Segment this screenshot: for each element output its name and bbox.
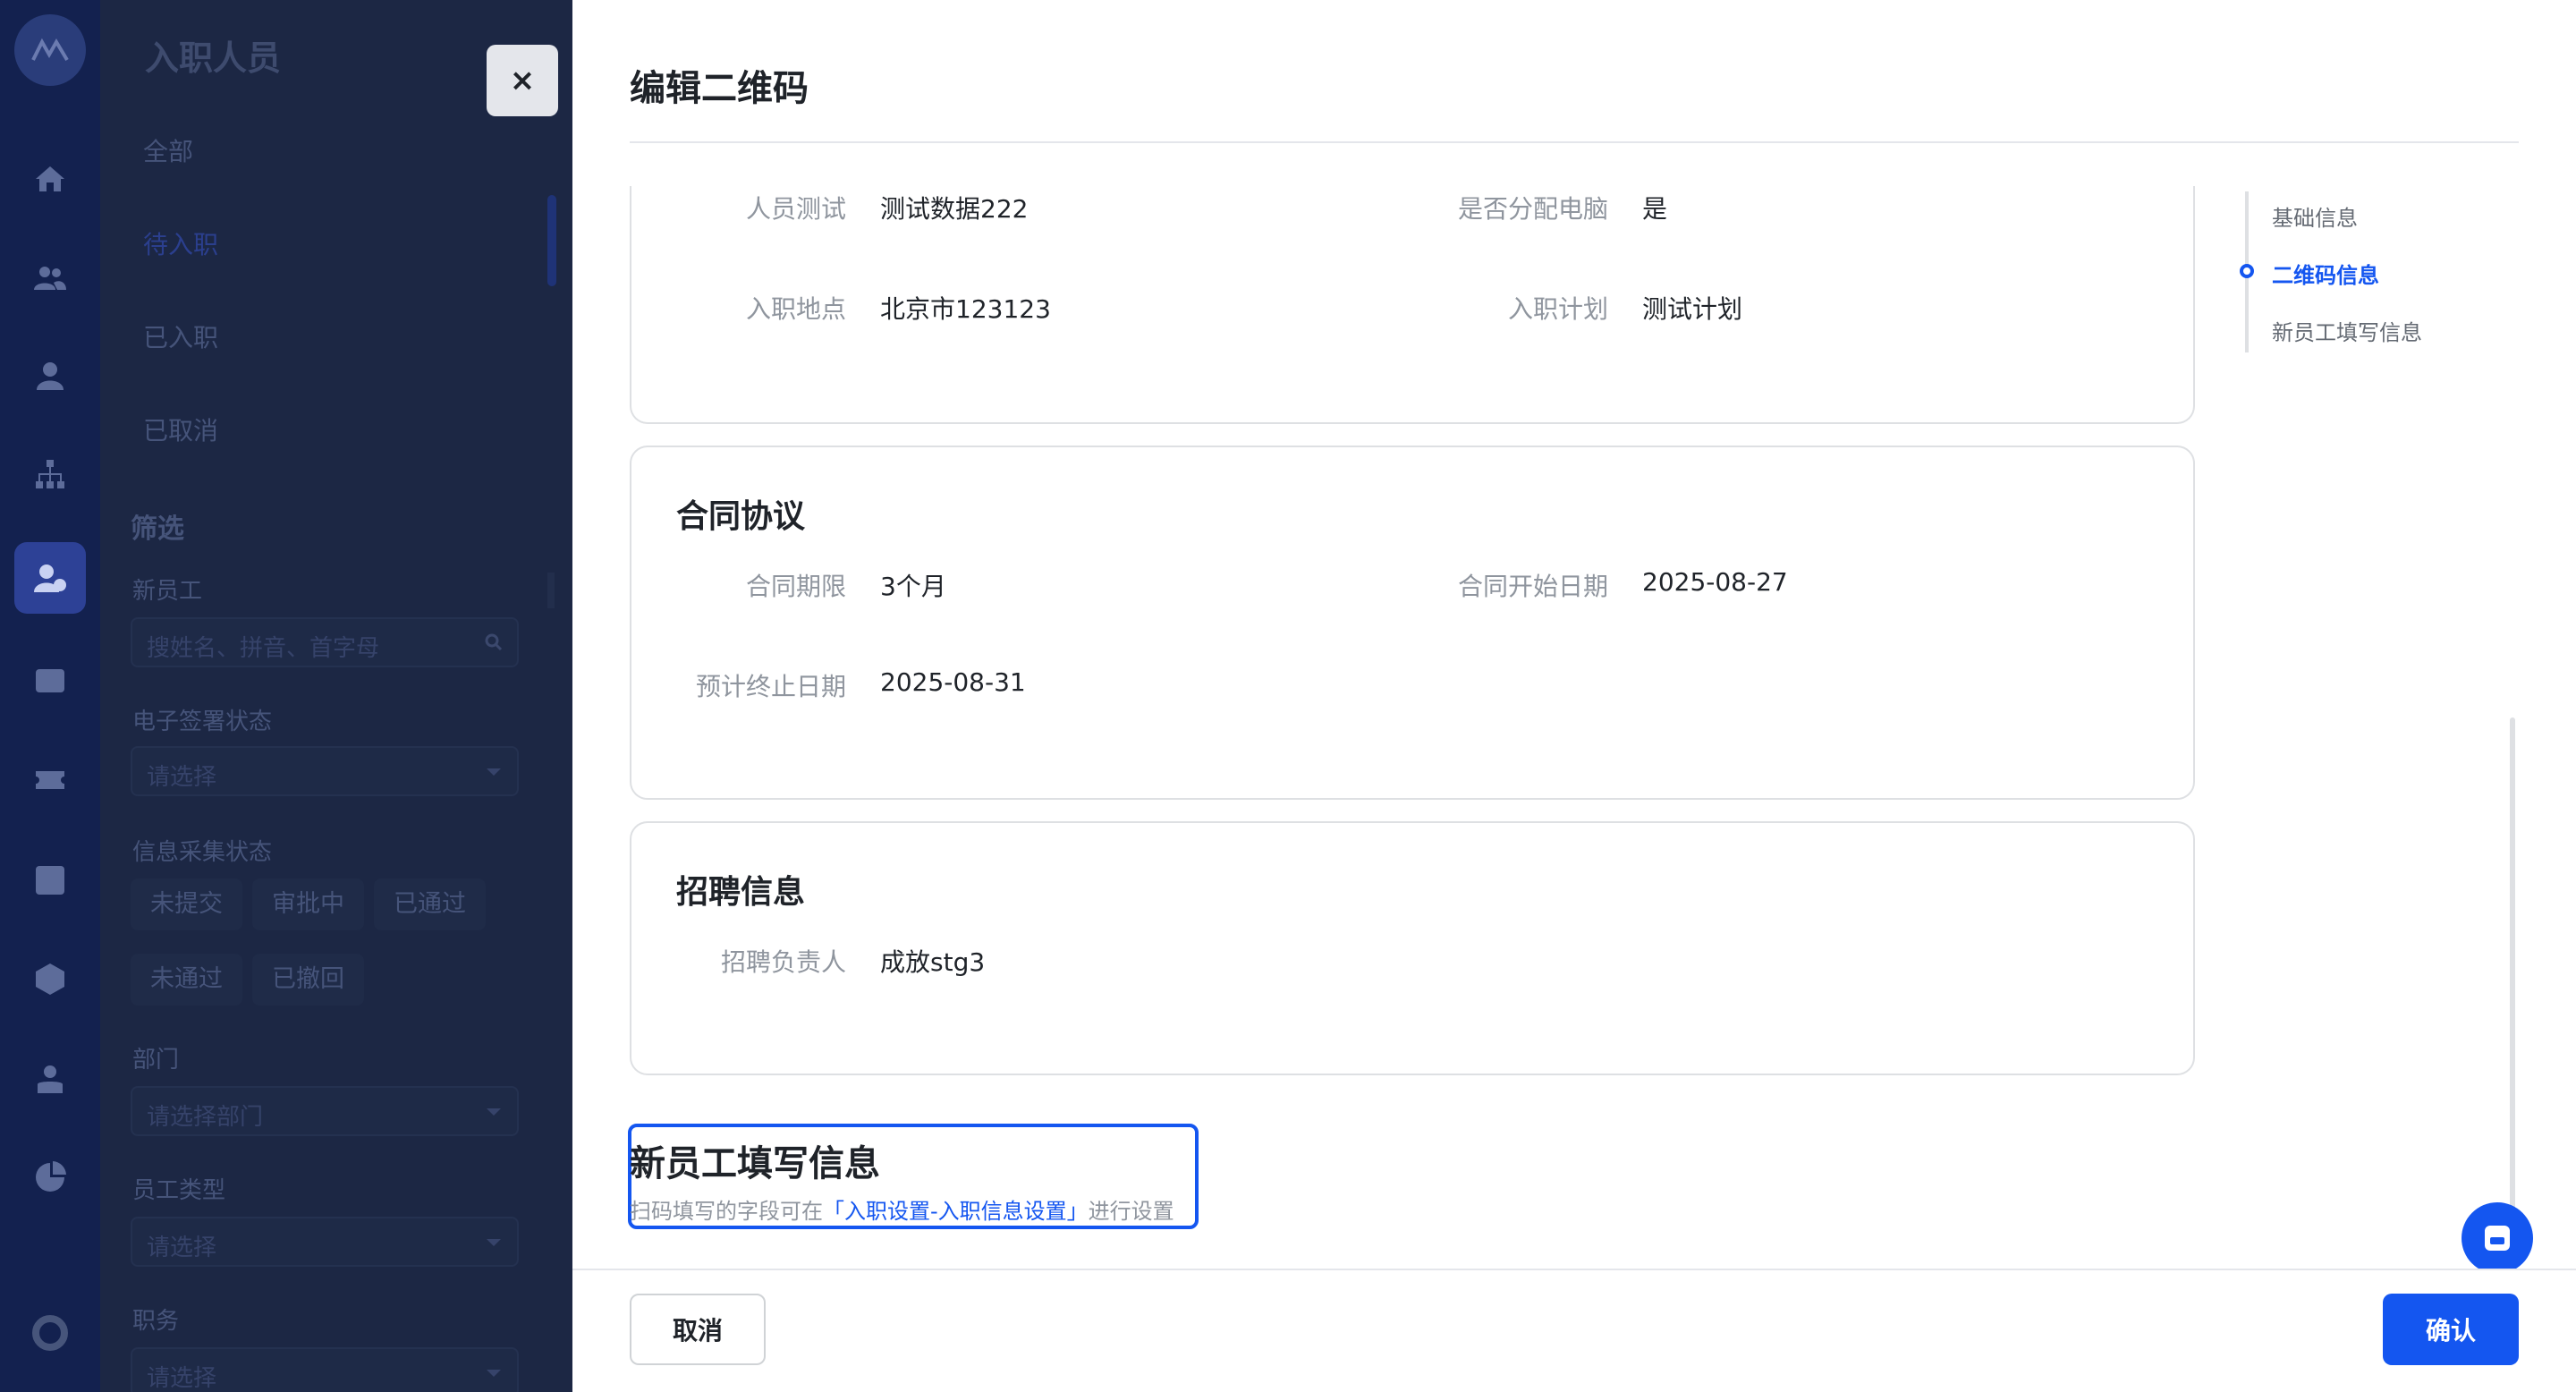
card-title: 合同协议 [676,498,806,535]
field-value: 是 [1642,194,1668,224]
basic-info-card: 人员测试 测试数据222 是否分配电脑 是 入职地点 北京市123123 入职计… [630,186,2195,424]
onboarding-list-panel: 入职人员 全部 待入职 已入职 已取消 筛选 新员工 搜姓名、拼音、首字母 电子… [100,0,572,1392]
field-label: 入职地点 [745,294,846,324]
field-label: 预计终止日期 [695,672,846,701]
employee-type-select[interactable]: 请选择 [131,1217,519,1267]
logo-icon [31,38,69,62]
drawer-scrollbar[interactable] [2510,717,2515,1218]
chip-approved[interactable]: 已通过 [374,878,486,930]
fill-section-hint: 扫码填写的字段可在「入职设置-入职信息设置」进行设置 [630,1193,1174,1225]
tab-cancelled[interactable]: 已取消 [143,412,218,447]
field-value: 3个月 [880,572,946,601]
new-employee-label: 新员工 [132,578,203,605]
chevron-down-icon [487,1108,501,1116]
list-scrollbar[interactable] [547,573,555,608]
anchor-qr-info[interactable]: 二维码信息 [2272,258,2379,289]
cancel-button[interactable]: 取消 [630,1294,766,1365]
field-value: 测试数据222 [880,194,1029,224]
field-label: 合同开始日期 [1457,572,1608,601]
chevron-down-icon [487,1239,501,1246]
title-divider [630,141,2519,143]
tab-all[interactable]: 全部 [143,132,193,168]
nav-box-icon[interactable] [14,943,86,1014]
nav-person-icon[interactable] [14,340,86,412]
close-icon: × [509,63,536,98]
esign-status-value: 请选择 [147,764,217,791]
nav-settings-icon[interactable] [32,1315,68,1351]
info-status-label: 信息采集状态 [132,839,273,866]
department-select[interactable]: 请选择部门 [131,1086,519,1136]
field-value: 测试计划 [1642,294,1743,324]
chip-not-submitted[interactable]: 未提交 [131,878,242,930]
background-app: 入职人员 全部 待入职 已入职 已取消 筛选 新员工 搜姓名、拼音、首字母 电子… [0,0,572,1392]
tab-onboarded[interactable]: 已入职 [143,318,218,354]
anchor-fill-info[interactable]: 新员工填写信息 [2272,315,2422,346]
anchor-active-dot [2240,264,2254,278]
department-label: 部门 [132,1047,180,1074]
nav-chart-icon[interactable] [14,845,86,916]
tab-indicator [547,195,556,286]
field-value: 2025-08-27 [1642,567,1788,597]
position-value: 请选择 [147,1365,217,1392]
nav-ticket-icon[interactable] [14,744,86,816]
app-logo [14,14,86,86]
help-float-button[interactable] [2462,1202,2533,1274]
field-value: 2025-08-31 [880,667,1026,697]
drawer-footer: 取消 确认 [572,1269,2576,1392]
tab-pending[interactable]: 待入职 [143,225,218,261]
nav-rail [0,0,100,1392]
contract-card: 合同协议 合同期限 3个月 合同开始日期 2025-08-27 预计终止日期 2… [630,446,2195,800]
chip-withdrawn[interactable]: 已撤回 [252,954,364,1006]
field-label: 合同期限 [745,572,846,601]
onboarding-settings-link[interactable]: 「入职设置-入职信息设置」 [823,1199,1089,1224]
nav-people-icon[interactable] [14,242,86,313]
recruit-card: 招聘信息 招聘负责人 成放stg3 [630,821,2195,1075]
field-value: 北京市123123 [880,294,1051,324]
field-label: 招聘负责人 [720,947,846,977]
chevron-down-icon [487,768,501,776]
field-label: 人员测试 [745,194,846,224]
edit-qr-drawer: 编辑二维码 人员测试 测试数据222 是否分配电脑 是 入职地点 北京市1231… [572,0,2576,1392]
anchor-basic-info[interactable]: 基础信息 [2272,200,2358,232]
search-icon [485,633,503,651]
search-input[interactable]: 搜姓名、拼音、首字母 [131,617,519,667]
hint-suffix: 进行设置 [1088,1199,1174,1224]
chevron-down-icon [487,1370,501,1377]
nav-user-icon[interactable] [14,1043,86,1115]
employee-type-value: 请选择 [147,1235,217,1261]
field-label: 是否分配电脑 [1457,194,1608,224]
nav-home-icon[interactable] [14,143,86,215]
nav-onboarding-icon[interactable] [14,542,86,614]
list-title: 入职人员 [145,38,282,78]
employee-type-label: 员工类型 [132,1177,226,1204]
nav-org-icon[interactable] [14,438,86,510]
esign-status-select[interactable]: 请选择 [131,746,519,796]
fill-section-title: 新员工填写信息 [630,1143,880,1184]
field-value: 成放stg3 [880,947,986,977]
esign-status-label: 电子签署状态 [132,709,273,735]
nav-card-icon[interactable] [14,644,86,716]
filter-heading: 筛选 [131,514,184,545]
search-placeholder: 搜姓名、拼音、首字母 [147,635,380,662]
confirm-button[interactable]: 确认 [2383,1294,2519,1365]
chip-rejected[interactable]: 未通过 [131,954,242,1006]
close-drawer-button[interactable]: × [487,45,558,116]
field-label: 入职计划 [1507,294,1608,324]
position-label: 职务 [132,1308,180,1335]
nav-pie-icon[interactable] [14,1142,86,1213]
chip-reviewing[interactable]: 审批中 [252,878,364,930]
card-title: 招聘信息 [676,874,806,911]
drawer-title: 编辑二维码 [630,68,809,109]
chat-icon [2485,1226,2510,1251]
department-value: 请选择部门 [147,1104,264,1131]
hint-prefix: 扫码填写的字段可在 [630,1199,823,1224]
position-select[interactable]: 请选择 [131,1347,519,1392]
